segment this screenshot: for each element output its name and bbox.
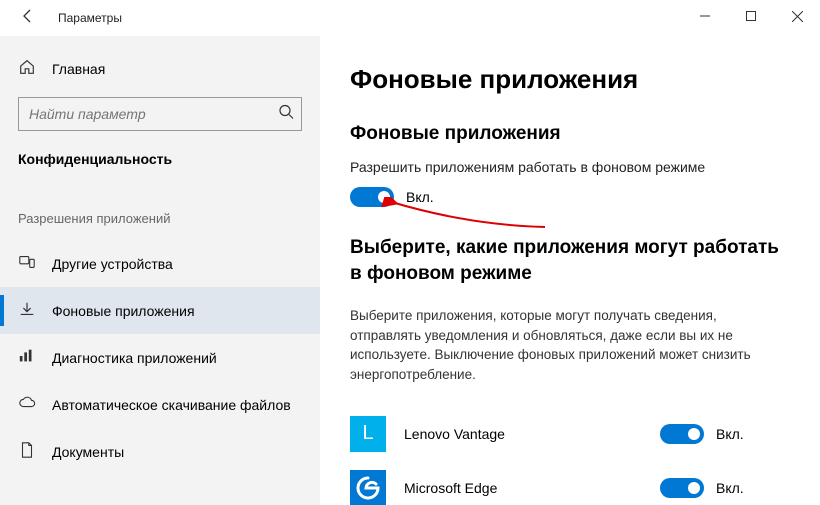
app-name: Lenovo Vantage	[404, 426, 660, 442]
app-row-lenovo: L Lenovo Vantage Вкл.	[350, 407, 790, 461]
body: Главная Конфиденциальность Разрешения пр…	[0, 36, 820, 505]
page-title: Фоновые приложения	[350, 64, 790, 95]
home-icon	[18, 58, 36, 79]
edge-icon	[350, 470, 386, 505]
sidebar-item-documents[interactable]: Документы	[0, 428, 320, 475]
sidebar-item-other-devices[interactable]: Другие устройства	[0, 240, 320, 287]
back-button[interactable]	[20, 8, 40, 29]
app-toggle-lenovo[interactable]	[660, 424, 704, 444]
window-controls	[682, 0, 820, 32]
app-toggle-edge[interactable]	[660, 478, 704, 498]
sidebar-item-label: Документы	[52, 444, 124, 460]
home-button[interactable]: Главная	[0, 54, 320, 97]
section1-title: Фоновые приложения	[350, 123, 790, 145]
content: Фоновые приложения Фоновые приложения Ра…	[320, 36, 820, 505]
sidebar-item-app-diagnostics[interactable]: Диагностика приложений	[0, 334, 320, 381]
search-wrap	[18, 97, 302, 131]
category-label: Конфиденциальность	[0, 149, 320, 189]
download-icon	[18, 300, 36, 321]
app-toggle-label: Вкл.	[716, 426, 744, 442]
lenovo-icon: L	[350, 416, 386, 452]
window-title: Параметры	[58, 11, 122, 25]
diagnostics-icon	[18, 347, 36, 368]
description: Выберите приложения, которые могут получ…	[350, 306, 790, 384]
close-button[interactable]	[774, 0, 820, 32]
app-toggle-label: Вкл.	[716, 480, 744, 496]
sidebar-item-label: Фоновые приложения	[52, 303, 195, 319]
master-toggle-label: Вкл.	[406, 189, 434, 205]
section2-title: Выберите, какие приложения могут работат…	[350, 235, 790, 286]
allow-text: Разрешить приложениям работать в фоновом…	[350, 159, 790, 175]
sidebar-item-label: Другие устройства	[52, 256, 173, 272]
sidebar-item-auto-downloads[interactable]: Автоматическое скачивание файлов	[0, 381, 320, 428]
home-label: Главная	[52, 61, 105, 77]
sidebar-item-label: Автоматическое скачивание файлов	[52, 397, 291, 413]
maximize-button[interactable]	[728, 0, 774, 32]
cloud-icon	[18, 394, 36, 415]
search-input[interactable]	[18, 97, 302, 131]
titlebar: Параметры	[0, 0, 820, 36]
search-icon	[278, 104, 294, 125]
minimize-button[interactable]	[682, 0, 728, 32]
settings-window: Параметры Главная Конфиденциальность Раз…	[0, 0, 820, 505]
sidebar-item-background-apps[interactable]: Фоновые приложения	[0, 287, 320, 334]
app-row-edge: Microsoft Edge Вкл.	[350, 461, 790, 505]
devices-icon	[18, 253, 36, 274]
master-toggle-row: Вкл.	[350, 187, 790, 207]
permissions-label: Разрешения приложений	[0, 189, 320, 240]
sidebar: Главная Конфиденциальность Разрешения пр…	[0, 36, 320, 505]
document-icon	[18, 441, 36, 462]
sidebar-item-label: Диагностика приложений	[52, 350, 217, 366]
master-toggle[interactable]	[350, 187, 394, 207]
app-name: Microsoft Edge	[404, 480, 660, 496]
